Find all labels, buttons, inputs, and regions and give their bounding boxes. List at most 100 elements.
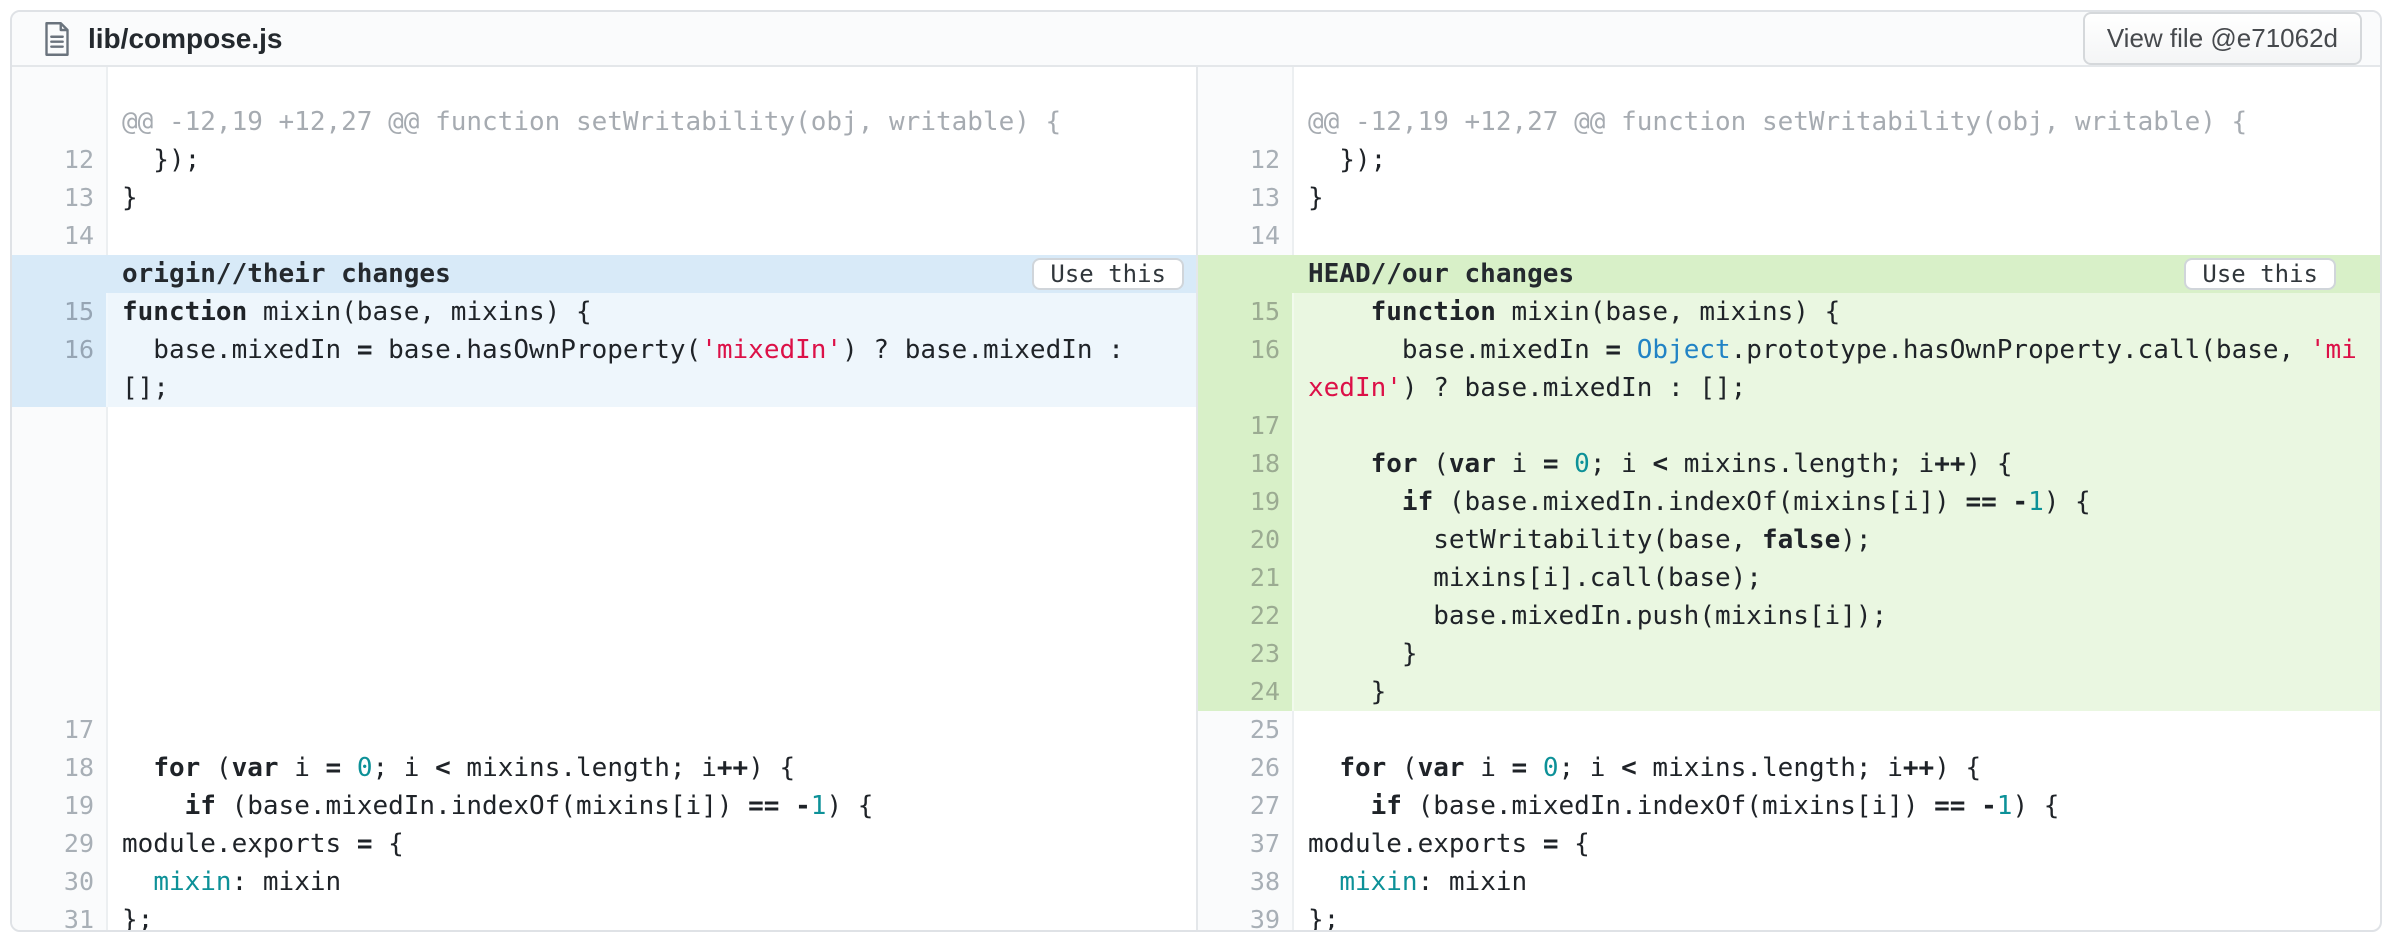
line-number: [12, 103, 108, 141]
code-line: [];: [108, 369, 1196, 407]
code-line: if (base.mixedIn.indexOf(mixins[i]) == -…: [1294, 787, 2380, 825]
alignment-filler: [12, 407, 1196, 711]
diff-row: 30 mixin: mixin: [12, 863, 1196, 901]
line-number: 30: [12, 863, 108, 901]
use-this-button[interactable]: Use this: [2184, 258, 2336, 290]
code-line: mixin: mixin: [108, 863, 1196, 901]
diff-row: 26 for (var i = 0; i < mixins.length; i+…: [1198, 749, 2380, 787]
diff-row: 14: [1198, 217, 2380, 255]
file-icon: [42, 21, 72, 57]
diff-row: 15 function mixin(base, mixins) {: [1198, 293, 2380, 331]
line-number: 22: [1198, 597, 1294, 635]
line-number: 17: [12, 711, 108, 749]
code-line: };: [1294, 901, 2380, 930]
diff-row: 38 mixin: mixin: [1198, 863, 2380, 901]
diff-row: 16 base.mixedIn = base.hasOwnProperty('m…: [12, 331, 1196, 369]
hunk-header-text: @@ -12,19 +12,27 @@ function setWritabil…: [108, 103, 1196, 141]
code-line: function mixin(base, mixins) {: [1294, 293, 2380, 331]
line-number: 17: [1198, 407, 1294, 445]
code-line: [108, 711, 1196, 749]
pane-theirs[interactable]: @@ -12,19 +12,27 @@ function setWritabil…: [12, 67, 1196, 930]
diff-row: 13}: [12, 179, 1196, 217]
code-line: }: [1294, 673, 2380, 711]
code-line: base.mixedIn = base.hasOwnProperty('mixe…: [108, 331, 1196, 369]
pane-top-padding: [1198, 67, 2380, 103]
line-number: 18: [12, 749, 108, 787]
line-number: 15: [1198, 293, 1294, 331]
diff-row: 12 });: [12, 141, 1196, 179]
file-name: lib/compose.js: [88, 23, 283, 55]
code-line: xedIn') ? base.mixedIn : [];: [1294, 369, 2380, 407]
gutter: [1198, 67, 1294, 103]
code-line: [1294, 407, 2380, 445]
line-number: 13: [12, 179, 108, 217]
empty-code-area: [108, 67, 1196, 103]
diff-row: 20 setWritability(base, false);: [1198, 521, 2380, 559]
line-number: [1198, 369, 1294, 407]
code-line: }: [1294, 635, 2380, 673]
code-line: if (base.mixedIn.indexOf(mixins[i]) == -…: [108, 787, 1196, 825]
conflict-label: HEAD//our changes: [1308, 259, 1574, 289]
code-line: });: [1294, 141, 2380, 179]
diff-row: 25: [1198, 711, 2380, 749]
diff-row: 27 if (base.mixedIn.indexOf(mixins[i]) =…: [1198, 787, 2380, 825]
line-number: 14: [12, 217, 108, 255]
code-line: }: [108, 179, 1196, 217]
diff-row: 37module.exports = {: [1198, 825, 2380, 863]
line-number: 21: [1198, 559, 1294, 597]
line-number: 26: [1198, 749, 1294, 787]
hunk-header-text: @@ -12,19 +12,27 @@ function setWritabil…: [1294, 103, 2380, 141]
pane-ours[interactable]: @@ -12,19 +12,27 @@ function setWritabil…: [1196, 67, 2380, 930]
diff-row: 23 }: [1198, 635, 2380, 673]
line-number: 18: [1198, 445, 1294, 483]
line-number: 38: [1198, 863, 1294, 901]
diff-row: 19 if (base.mixedIn.indexOf(mixins[i]) =…: [1198, 483, 2380, 521]
gutter: [12, 407, 108, 711]
hunk-header-row: @@ -12,19 +12,27 @@ function setWritabil…: [1198, 103, 2380, 141]
line-number: 31: [12, 901, 108, 930]
diff-row: [];: [12, 369, 1196, 407]
code-line: };: [108, 901, 1196, 930]
code-line: [108, 217, 1196, 255]
line-number: 14: [1198, 217, 1294, 255]
code-line: [1294, 217, 2380, 255]
conflict-header-theirs: origin//their changesUse this: [12, 255, 1196, 293]
line-number: 19: [1198, 483, 1294, 521]
code-line: mixin: mixin: [1294, 863, 2380, 901]
line-number: 25: [1198, 711, 1294, 749]
diff-row: 18 for (var i = 0; i < mixins.length; i+…: [1198, 445, 2380, 483]
diff-row: 15function mixin(base, mixins) {: [12, 293, 1196, 331]
empty-code-area: [108, 407, 1196, 711]
line-number: 37: [1198, 825, 1294, 863]
diff-row: 21 mixins[i].call(base);: [1198, 559, 2380, 597]
line-number: [1198, 103, 1294, 141]
use-this-button[interactable]: Use this: [1032, 258, 1184, 290]
code-line: [1294, 711, 2380, 749]
conflict-header-ours: HEAD//our changes Use this: [1198, 255, 2380, 293]
code-line: module.exports = {: [108, 825, 1196, 863]
diff-row: xedIn') ? base.mixedIn : [];: [1198, 369, 2380, 407]
diff-row: 17: [1198, 407, 2380, 445]
line-number: 39: [1198, 901, 1294, 930]
line-number: 16: [1198, 331, 1294, 369]
line-number: 29: [12, 825, 108, 863]
line-number: 12: [1198, 141, 1294, 179]
code-line: mixins[i].call(base);: [1294, 559, 2380, 597]
line-number: 15: [12, 293, 108, 331]
view-file-button[interactable]: View file @e71062d: [2083, 12, 2362, 65]
line-number: 13: [1198, 179, 1294, 217]
split-diff: @@ -12,19 +12,27 @@ function setWritabil…: [12, 67, 2380, 930]
line-number: 20: [1198, 521, 1294, 559]
file-conflict-card: lib/compose.js View file @e71062d @@ -12…: [10, 10, 2382, 932]
file-header: lib/compose.js View file @e71062d: [12, 12, 2380, 67]
pane-top-padding: [12, 67, 1196, 103]
gutter: [12, 67, 108, 103]
code-line: for (var i = 0; i < mixins.length; i++) …: [1294, 749, 2380, 787]
code-line: base.mixedIn.push(mixins[i]);: [1294, 597, 2380, 635]
empty-code-area: [1294, 67, 2380, 103]
code-line: for (var i = 0; i < mixins.length; i++) …: [108, 749, 1196, 787]
hunk-header-row: @@ -12,19 +12,27 @@ function setWritabil…: [12, 103, 1196, 141]
diff-row: 16 base.mixedIn = Object.prototype.hasOw…: [1198, 331, 2380, 369]
line-number: 23: [1198, 635, 1294, 673]
code-line: module.exports = {: [1294, 825, 2380, 863]
